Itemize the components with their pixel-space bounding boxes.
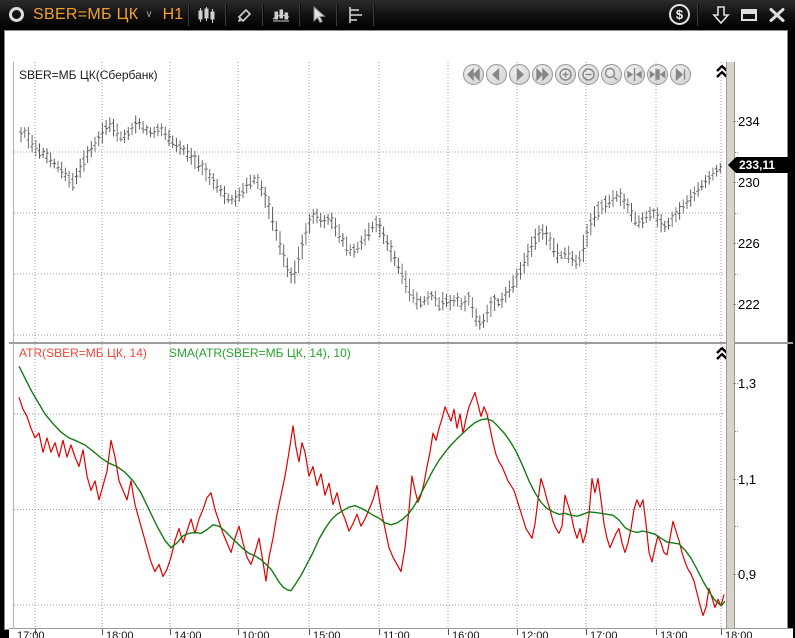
atr-indicator-plot[interactable] <box>14 344 725 628</box>
timeframe-selector[interactable]: H1 <box>163 6 183 24</box>
time-axis-tick <box>517 629 518 635</box>
toolbar-separator <box>225 4 226 26</box>
time-axis-tick <box>102 629 103 635</box>
last-price-badge: 233,11 <box>728 157 793 173</box>
time-axis-tick <box>309 629 310 635</box>
axis-tick <box>733 574 738 575</box>
axis-minor-tick <box>735 274 738 275</box>
price-tick-label: 226 <box>738 236 760 251</box>
time-label: 15:00 <box>313 630 341 638</box>
instrument-logo-icon <box>9 7 24 22</box>
price-tick-label: 222 <box>738 297 760 312</box>
time-label: 14:00 <box>174 630 202 638</box>
dollar-icon[interactable]: $ <box>669 4 690 25</box>
toolbar-separator <box>336 4 337 26</box>
axis-minor-tick <box>735 526 738 527</box>
axis-tick <box>733 479 738 480</box>
atr-tick-label: 0,9 <box>738 567 756 582</box>
time-label: 17:00 <box>17 630 45 638</box>
titlebar-instrument[interactable]: SBER=МБ ЦК <box>33 6 138 24</box>
time-axis-tick <box>170 629 171 635</box>
price-tick-label: 230 <box>738 175 760 190</box>
time-label: 10:00 <box>242 630 270 638</box>
toolbar-separator <box>188 4 189 26</box>
time-label: 18:00 <box>106 630 134 638</box>
price-tick-label: 234 <box>738 114 760 129</box>
titlebar: SBER=МБ ЦК ∨ H1 <box>0 0 795 30</box>
candlestick-chart-icon[interactable] <box>194 3 220 27</box>
axis-tick <box>733 243 738 244</box>
price-chart-plot[interactable] <box>14 62 725 342</box>
atr-tick-label: 1,3 <box>738 376 756 391</box>
atr-tick-label: 1,1 <box>738 472 756 487</box>
time-axis-tick <box>379 629 380 635</box>
time-label: 18:00 <box>725 630 753 638</box>
toolbar-separator <box>262 4 263 26</box>
time-axis-tick <box>448 629 449 635</box>
axis-tick <box>733 182 738 183</box>
chevron-down-icon[interactable]: ∨ <box>145 9 152 20</box>
volume-chart-icon[interactable] <box>268 3 294 27</box>
time-axis-tick <box>656 629 657 635</box>
time-axis-tick <box>721 629 722 635</box>
toolbar-separator <box>697 4 698 26</box>
time-label: 17:00 <box>590 630 618 638</box>
time-label: 13:00 <box>660 630 688 638</box>
toolbar-separator <box>299 4 300 26</box>
close-icon[interactable] <box>765 4 789 26</box>
download-icon[interactable] <box>709 4 733 26</box>
cursor-icon[interactable] <box>305 3 331 27</box>
axis-minor-tick <box>735 431 738 432</box>
time-label: 12:00 <box>521 630 549 638</box>
axis-tick <box>733 121 738 122</box>
levels-icon[interactable] <box>342 3 368 27</box>
axis-tick <box>733 304 738 305</box>
axis-tick <box>733 383 738 384</box>
pencil-icon[interactable] <box>231 3 257 27</box>
time-label: 16:00 <box>452 630 480 638</box>
time-label: 11:00 <box>383 630 410 638</box>
restore-icon[interactable] <box>737 4 761 26</box>
axis-minor-tick <box>735 213 738 214</box>
chart-window: SBER=МБ ЦК ∨ H1 <box>0 0 795 638</box>
vertical-scrollbar[interactable] <box>726 62 735 628</box>
chart-area: SBER=МБ ЦК(Сбербанк) ATR(SBER=МБ ЦК, 14)… <box>4 30 788 630</box>
window-controls: $ <box>669 4 789 26</box>
time-axis[interactable]: 17:0011/09/1918:0016/09/1914:0019/09/191… <box>9 629 793 638</box>
toolbar-separator <box>373 4 374 26</box>
time-axis-tick <box>238 629 239 635</box>
time-axis-tick <box>586 629 587 635</box>
axis-minor-tick <box>735 152 738 153</box>
